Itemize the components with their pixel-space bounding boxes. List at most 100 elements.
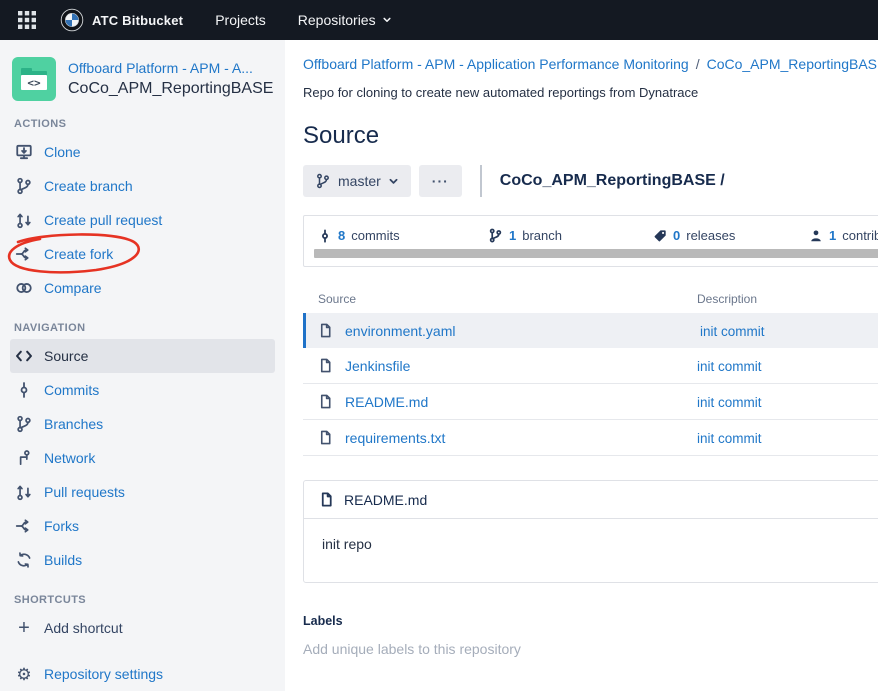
navigation-heading: NAVIGATION — [0, 322, 285, 335]
file-link[interactable]: environment.yaml — [345, 323, 456, 339]
breadcrumb-project-link[interactable]: Offboard Platform - APM - Application Pe… — [303, 56, 689, 72]
stat-commits[interactable]: 8 commits — [318, 228, 400, 243]
clone-icon — [12, 143, 36, 161]
pull-request-icon — [12, 483, 36, 501]
labels-heading: Labels — [303, 614, 878, 628]
readme-header: README.md — [304, 481, 878, 519]
column-source: Source — [303, 292, 697, 306]
network-icon — [12, 449, 36, 467]
sidebar-item-pull-requests[interactable]: Pull requests — [10, 475, 275, 509]
sidebar-item-forks[interactable]: Forks — [10, 509, 275, 543]
add-shortcut-button[interactable]: + Add shortcut — [10, 611, 275, 645]
repo-description: Repo for cloning to create new automated… — [303, 85, 878, 100]
file-row[interactable]: environment.yaml init commit — [303, 313, 878, 348]
repo-stats-bar: 8 commits 1 branch 0 releases 1 contribu… — [303, 215, 878, 267]
file-link[interactable]: requirements.txt — [345, 430, 445, 446]
fork-icon — [12, 517, 36, 535]
file-link[interactable]: README.md — [345, 394, 428, 410]
repo-header: <> Offboard Platform - APM - A... CoCo_A… — [0, 40, 285, 101]
action-create-fork[interactable]: Create fork — [10, 237, 275, 271]
top-navbar: ATC Bitbucket Projects Repositories — [0, 0, 878, 40]
column-description: Description — [697, 292, 878, 306]
nav-item-label: Pull requests — [44, 484, 125, 500]
gear-icon: ⚙ — [12, 666, 36, 683]
readme-content: init repo — [304, 519, 878, 582]
nav-repositories[interactable]: Repositories — [298, 12, 392, 28]
sidebar-item-network[interactable]: Network — [10, 441, 275, 475]
labels-section: Labels Add unique labels to this reposit… — [303, 614, 878, 657]
bitbucket-repo-page: { "colors": { "navbar_bg": "#141922", "l… — [0, 0, 878, 691]
action-label: Create branch — [44, 178, 133, 194]
readme-panel: README.md init repo — [303, 480, 878, 583]
action-label: Create fork — [44, 246, 113, 262]
branch-selector[interactable]: master — [303, 165, 411, 197]
nav-projects[interactable]: Projects — [215, 12, 266, 28]
sidebar-item-branches[interactable]: Branches — [10, 407, 275, 441]
action-clone[interactable]: Clone — [10, 135, 275, 169]
add-shortcut-label: Add shortcut — [44, 620, 123, 636]
nav-item-label: Branches — [44, 416, 103, 432]
labels-input-placeholder[interactable]: Add unique labels to this repository — [303, 641, 878, 657]
action-create-pull-request[interactable]: Create pull request — [10, 203, 275, 237]
breadcrumb-separator: / — [696, 56, 700, 72]
commit-icon — [12, 381, 36, 399]
stat-releases[interactable]: 0 releases — [653, 228, 735, 243]
action-compare[interactable]: Compare — [10, 271, 275, 305]
file-table: Source Description environment.yaml init… — [303, 285, 878, 456]
file-icon — [318, 323, 333, 338]
toolbar-divider — [480, 165, 482, 197]
action-label: Clone — [44, 144, 81, 160]
stat-branches[interactable]: 1 branch — [488, 228, 562, 243]
sidebar: <> Offboard Platform - APM - A... CoCo_A… — [0, 40, 285, 691]
tag-icon — [653, 229, 667, 243]
file-row[interactable]: requirements.txt init commit — [303, 420, 878, 456]
commit-message-link[interactable]: init commit — [697, 431, 762, 446]
commit-icon — [318, 229, 332, 243]
commit-message-link[interactable]: init commit — [697, 359, 762, 374]
commit-message-link[interactable]: init commit — [697, 395, 762, 410]
branch-icon — [315, 173, 331, 189]
branch-icon — [488, 228, 503, 243]
chevron-down-icon — [382, 15, 392, 25]
app-grid-icon[interactable] — [14, 7, 40, 33]
app-title: ATC Bitbucket — [92, 13, 183, 28]
file-icon — [318, 358, 333, 373]
repo-avatar-icon: <> — [12, 57, 56, 101]
file-icon — [318, 430, 333, 445]
file-row[interactable]: Jenkinsfile init commit — [303, 348, 878, 384]
commit-message-link[interactable]: init commit — [700, 324, 765, 339]
svg-text:<>: <> — [27, 77, 41, 90]
fork-icon — [12, 245, 36, 263]
source-toolbar: master ··· CoCo_APM_ReportingBASE / — [303, 165, 878, 197]
sidebar-item-builds[interactable]: Builds — [10, 543, 275, 577]
branch-icon — [12, 415, 36, 433]
chevron-down-icon — [388, 176, 399, 187]
stat-contributors[interactable]: 1 contributor — [809, 228, 878, 243]
more-actions-button[interactable]: ··· — [419, 165, 462, 197]
code-icon — [12, 347, 36, 365]
breadcrumb-repo-link[interactable]: CoCo_APM_ReportingBASE — [707, 56, 878, 72]
readme-file-link[interactable]: README.md — [344, 492, 427, 508]
project-link[interactable]: Offboard Platform - APM - A... — [68, 59, 273, 78]
file-row[interactable]: README.md init commit — [303, 384, 878, 420]
nav-item-label: Commits — [44, 382, 99, 398]
file-path: CoCo_APM_ReportingBASE / — [500, 172, 725, 190]
breadcrumb: Offboard Platform - APM - Application Pe… — [303, 54, 878, 74]
actions-heading: ACTIONS — [0, 118, 285, 131]
sidebar-item-source[interactable]: Source — [10, 339, 275, 373]
nav-item-label: Network — [44, 450, 95, 466]
file-icon — [318, 394, 333, 409]
page-title: Source — [303, 120, 878, 152]
sidebar-item-commits[interactable]: Commits — [10, 373, 275, 407]
file-icon — [319, 492, 334, 507]
shortcuts-heading: SHORTCUTS — [0, 594, 285, 607]
plus-icon: + — [12, 619, 36, 637]
stats-horizontal-scrollbar[interactable] — [314, 249, 878, 258]
builds-icon — [12, 551, 36, 569]
repo-name[interactable]: CoCo_APM_ReportingBASE — [68, 78, 273, 99]
repository-settings-button[interactable]: ⚙ Repository settings — [10, 657, 275, 691]
file-link[interactable]: Jenkinsfile — [345, 358, 410, 374]
bmw-logo[interactable] — [60, 8, 84, 32]
nav-item-label: Forks — [44, 518, 79, 534]
action-create-branch[interactable]: Create branch — [10, 169, 275, 203]
